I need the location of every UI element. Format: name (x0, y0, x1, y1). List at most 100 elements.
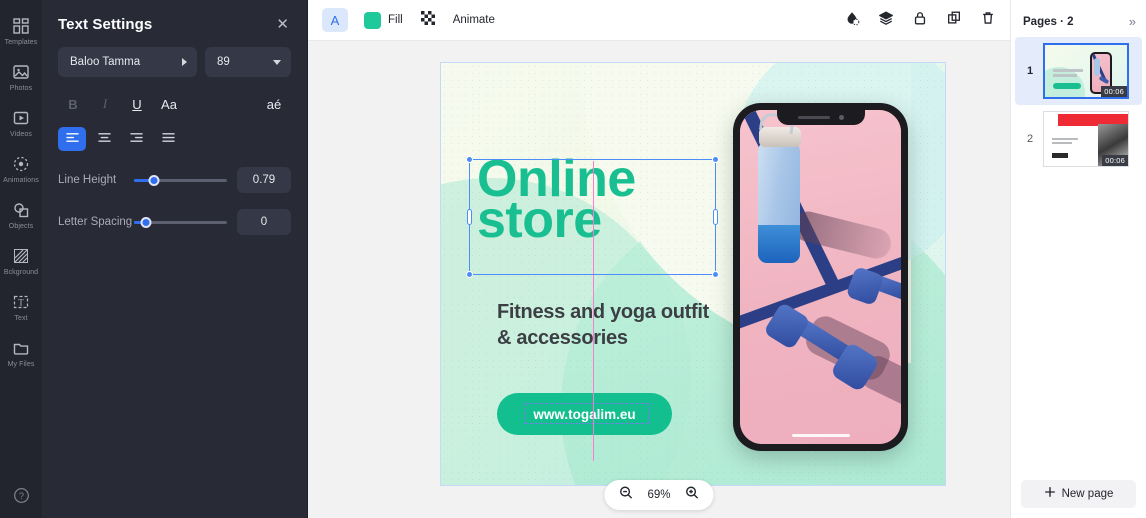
sidebar-item-objects[interactable]: Objects (0, 192, 42, 238)
underline-label: U (132, 96, 142, 112)
text-case-label: Aa (161, 96, 177, 112)
svg-text:T: T (18, 297, 24, 307)
line-height-value[interactable]: 0.79 (237, 167, 291, 193)
line-height-slider[interactable] (134, 173, 227, 187)
letter-spacing-slider[interactable] (134, 215, 227, 229)
close-panel-button[interactable]: ✕ (276, 17, 289, 32)
new-page-button[interactable]: New page (1021, 480, 1136, 508)
page-preview-1: 00:06 (1043, 43, 1129, 99)
phone-mockup[interactable] (733, 103, 908, 451)
font-size-value: 89 (217, 56, 230, 68)
templates-icon (11, 16, 31, 36)
water-bottle (758, 138, 800, 263)
cta-button[interactable]: www.togalim.eu (497, 393, 672, 435)
text-case-button[interactable]: Aa (154, 91, 184, 117)
sidebar-item-templates[interactable]: Templates (0, 8, 42, 54)
font-size-select[interactable]: 89 (205, 47, 291, 77)
layers-icon (878, 10, 894, 31)
thumb2-cta (1052, 153, 1068, 158)
fill-button[interactable]: Fill (364, 11, 403, 29)
zoom-out-button[interactable] (618, 485, 633, 505)
zoom-level-value[interactable]: 69% (647, 489, 670, 501)
italic-button[interactable]: I (90, 91, 120, 117)
letter-spacing-row: Letter Spacing 0 (42, 193, 307, 235)
text-icon: T (11, 292, 31, 312)
sidebar-item-photos[interactable]: Photos (0, 54, 42, 100)
sidebar-label-background: Bckground (3, 268, 39, 276)
animations-icon (11, 154, 31, 174)
top-toolbar: A Fill Animate (308, 0, 1010, 41)
phone-camera (838, 115, 844, 120)
sidebar-label-objects: Objects (8, 222, 34, 230)
page-thumbnail-2[interactable]: 2 00:06 (1015, 105, 1142, 173)
page-duration-1: 00:06 (1101, 86, 1127, 97)
letter-spacing-knob[interactable] (140, 216, 152, 228)
delete-button[interactable] (980, 10, 996, 31)
transparency-button[interactable] (420, 10, 435, 30)
layers-button[interactable] (878, 10, 894, 31)
cta-label: www.togalim.eu (533, 406, 636, 422)
sidebar-label-text: Text (14, 314, 28, 322)
line-height-row: Line Height 0.79 (42, 151, 307, 193)
accent-characters-label: aé (266, 96, 282, 112)
sidebar-item-text[interactable]: T Text (0, 284, 42, 330)
sidebar-item-background[interactable]: Bckground (0, 238, 42, 284)
help-icon: ? (12, 486, 31, 510)
lock-button[interactable] (912, 10, 928, 31)
align-justify-button[interactable] (154, 127, 182, 151)
phone-screen (740, 110, 901, 444)
lock-icon (912, 10, 928, 31)
thumb1-cta (1053, 83, 1081, 89)
letter-spacing-value[interactable]: 0 (237, 209, 291, 235)
panel-header: Text Settings ✕ (42, 0, 307, 33)
sidebar-item-animations[interactable]: Animations (0, 146, 42, 192)
delete-icon (980, 10, 996, 31)
zoom-in-button[interactable] (685, 485, 700, 505)
caret-down-icon (273, 59, 281, 65)
pages-title: Pages · 2 (1023, 15, 1074, 28)
page-number-1: 1 (1026, 65, 1034, 77)
help-button[interactable]: ? (0, 486, 42, 510)
svg-text:?: ? (18, 491, 23, 501)
page-thumbnail-1[interactable]: 1 00:06 (1015, 37, 1142, 105)
sidebar-item-my-files[interactable]: My Files (0, 330, 42, 376)
main-area: A Fill Animate Online store Fitness and … (308, 0, 1010, 518)
letter-spacing-label: Letter Spacing (58, 216, 133, 228)
plus-icon (1044, 485, 1056, 503)
bold-button[interactable]: B (58, 91, 88, 117)
text-settings-panel: Text Settings ✕ Baloo Tamma 89 B I U Aa … (42, 0, 308, 518)
subline-text[interactable]: Fitness and yoga outfit & accessories (497, 299, 727, 351)
align-center-button[interactable] (90, 127, 118, 151)
sidebar-item-videos[interactable]: Videos (0, 100, 42, 146)
objects-icon (11, 200, 31, 220)
chevron-double-right-icon: » (1128, 14, 1136, 29)
align-center-icon (97, 130, 112, 148)
artboard-page-1[interactable]: Online store Fitness and yoga outfit & a… (440, 62, 946, 486)
thumb1-text-line-2 (1053, 74, 1077, 77)
text-tool-button[interactable]: A (322, 8, 348, 32)
toolbar-right-group (844, 10, 996, 31)
align-left-button[interactable] (58, 127, 86, 151)
animate-button[interactable]: Animate (453, 14, 495, 26)
caret-right-icon (182, 58, 187, 66)
left-nav-rail: Templates Photos Videos Animations Objec (0, 0, 42, 518)
background-icon (11, 246, 31, 266)
new-page-label: New page (1061, 488, 1114, 500)
collapse-pages-button[interactable]: » (1128, 14, 1136, 29)
accent-characters-button[interactable]: aé (259, 91, 289, 117)
sidebar-label-videos: Videos (10, 130, 32, 138)
align-right-button[interactable] (122, 127, 150, 151)
opacity-button[interactable] (844, 10, 860, 31)
my-files-icon (11, 338, 31, 358)
bold-label: B (68, 96, 78, 112)
font-family-select[interactable]: Baloo Tamma (58, 47, 197, 77)
videos-icon (11, 108, 31, 128)
duplicate-button[interactable] (946, 10, 962, 31)
line-height-knob[interactable] (148, 174, 160, 186)
canvas-workspace[interactable]: Online store Fitness and yoga outfit & a… (308, 41, 1010, 518)
alignment-guide-vertical (593, 161, 594, 461)
headline-text[interactable]: Online store (477, 153, 727, 246)
zoom-out-icon (618, 485, 633, 505)
underline-button[interactable]: U (122, 91, 152, 117)
animate-label: Animate (452, 14, 495, 26)
